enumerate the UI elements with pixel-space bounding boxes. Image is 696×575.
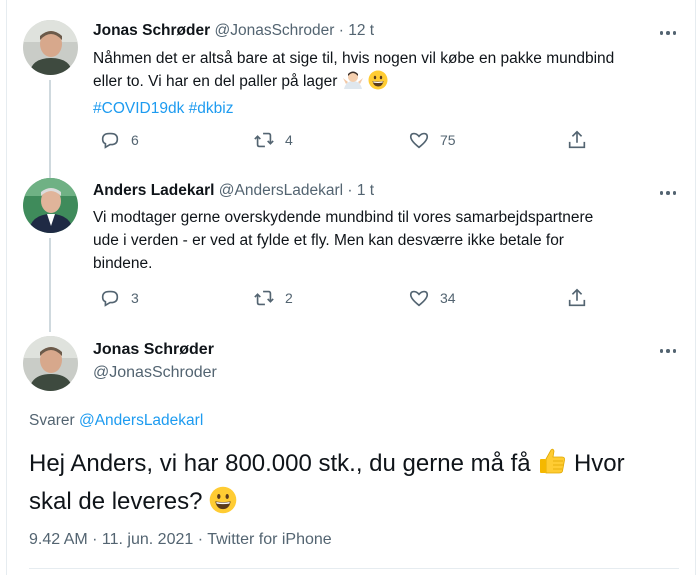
tweet-anders[interactable]: Anders Ladekarl @AndersLadekarl · 1 t Vi… (7, 160, 696, 332)
share-icon (568, 288, 586, 307)
hashtag-covid19dk[interactable]: #COVID19dk (93, 100, 184, 117)
share-button[interactable] (566, 129, 588, 151)
tweet-text: Vi modtager gerne overskydende mundbind … (93, 206, 673, 275)
replying-to: Svarer @AndersLadekarl (29, 412, 203, 430)
timestamp[interactable]: · 12 t (339, 22, 374, 39)
like-icon (409, 290, 429, 307)
like-button[interactable]: 34 (408, 287, 456, 309)
retweet-icon (254, 290, 274, 306)
tweet-jonas-1[interactable]: Jonas Schrøder @JonasSchroder · 12 t Nåh… (7, 0, 696, 180)
mention-link[interactable]: @AndersLadekarl (79, 412, 203, 429)
like-button[interactable]: 75 (408, 129, 456, 151)
tweet-text: Nåhmen det er altså bare at sige til, hv… (93, 47, 673, 120)
share-icon (568, 130, 586, 149)
tweet-text-line: skal de leveres? (29, 488, 203, 515)
display-name[interactable]: Jonas Schrøder (93, 341, 214, 359)
display-name[interactable]: Jonas Schrøder (93, 22, 210, 39)
tweet-header: Jonas Schrøder @JonasSchroder · 12 t (93, 22, 374, 40)
retweet-icon (254, 132, 274, 148)
reply-button[interactable]: 3 (99, 287, 139, 309)
timeline-column: Jonas Schrøder @JonasSchroder · 12 t Nåh… (6, 0, 696, 575)
reply-count: 3 (131, 290, 139, 306)
like-count: 75 (440, 132, 456, 148)
reply-icon (101, 290, 119, 307)
like-count: 34 (440, 290, 456, 306)
tweet-text-line: Vi modtager gerne overskydende mundbind … (93, 209, 594, 226)
like-icon (409, 132, 429, 149)
retweet-button[interactable]: 4 (253, 129, 293, 151)
more-icon[interactable] (657, 344, 679, 358)
tweet-header: Anders Ladekarl @AndersLadekarl · 1 t (93, 182, 374, 200)
username[interactable]: @JonasSchroder (214, 22, 334, 39)
reply-count: 6 (131, 132, 139, 148)
more-icon[interactable] (657, 26, 679, 40)
replying-label: Svarer (29, 412, 75, 429)
tweet-actions: 6 4 75 (93, 129, 593, 151)
divider (29, 568, 679, 569)
username[interactable]: @JonasSchroder (93, 364, 217, 382)
avatar-jonas[interactable] (23, 20, 78, 75)
tweet-text-line: Nåhmen det er altså bare at sige til, hv… (93, 50, 615, 67)
avatar-jonas[interactable] (23, 336, 78, 391)
tweet-text-line: ude i verden - er ved at fylde et fly. M… (93, 232, 564, 249)
tweet-text-line: eller to. Vi har en del paller på lager (93, 73, 338, 90)
more-icon[interactable] (657, 186, 679, 200)
grinning-face-emoji (368, 70, 388, 97)
retweet-count: 4 (285, 132, 293, 148)
display-name[interactable]: Anders Ladekarl (93, 182, 214, 199)
hashtag-dkbiz[interactable]: #dkbiz (189, 100, 234, 117)
timestamp[interactable]: · 1 t (347, 182, 374, 199)
reply-button[interactable]: 6 (99, 129, 139, 151)
reply-icon (101, 132, 119, 149)
grinning-face-emoji (209, 486, 237, 523)
tweet-text-line: bindene. (93, 255, 153, 272)
tweet-meta[interactable]: 9.42 AM · 11. jun. 2021 · Twitter for iP… (29, 531, 332, 549)
username[interactable]: @AndersLadekarl (219, 182, 343, 199)
man-shrugging-emoji (342, 70, 364, 97)
retweet-button[interactable]: 2 (253, 287, 293, 309)
thread-line (49, 160, 51, 170)
share-button[interactable] (566, 287, 588, 309)
tweet-text: Hej Anders, vi har 800.000 stk., du gern… (29, 446, 679, 523)
tweet-actions: 3 2 34 (93, 287, 593, 309)
retweet-count: 2 (285, 290, 293, 306)
tweet-text-line: Hej Anders, vi har 800.000 stk., du gern… (29, 450, 531, 477)
thumbs-up-emoji (537, 446, 567, 485)
tweet-text-line: Hvor (573, 450, 625, 477)
avatar-anders[interactable] (23, 178, 78, 233)
thread-line (49, 238, 51, 332)
